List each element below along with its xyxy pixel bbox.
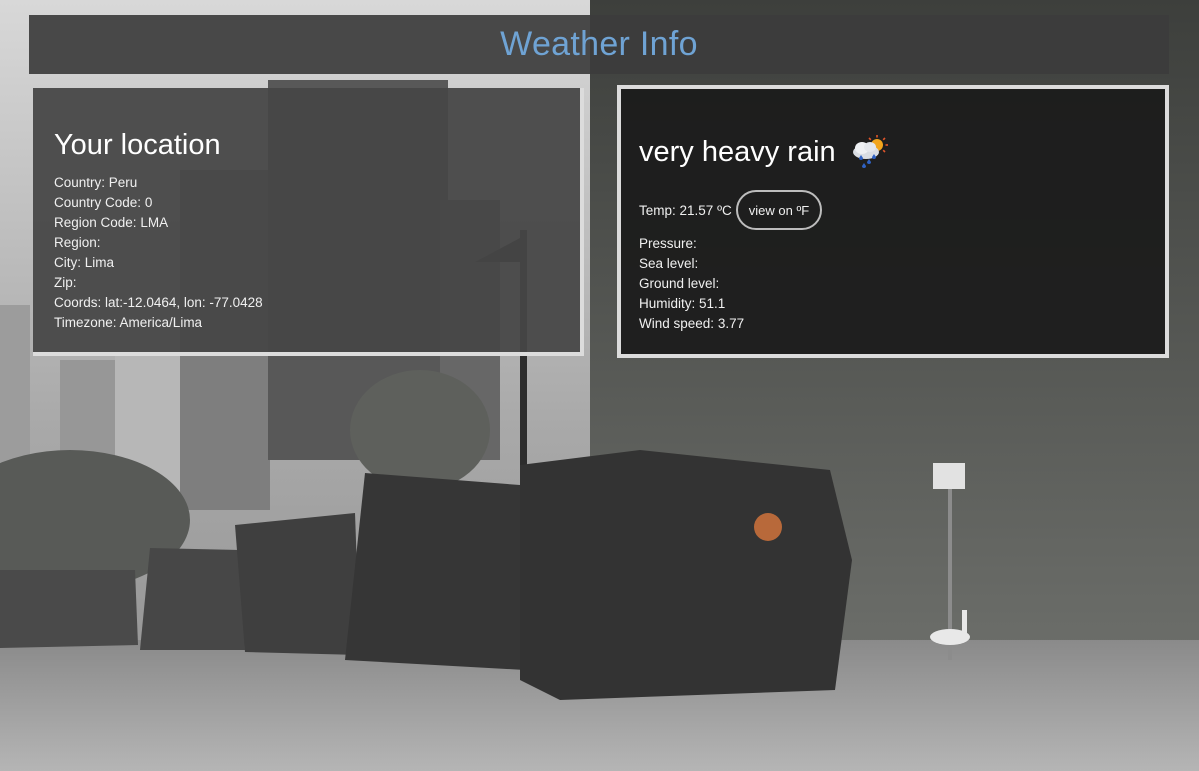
- coords-label: Coords:: [54, 295, 102, 310]
- rain-cloud-sun-icon: [850, 134, 890, 170]
- wind-speed-row: Wind speed: 3.77: [639, 314, 1147, 334]
- region-label: Region:: [54, 235, 101, 250]
- humidity-row: Humidity: 51.1: [639, 294, 1147, 314]
- city-row: City: Lima: [54, 253, 560, 273]
- coords-value: lat:-12.0464, lon: -77.0428: [105, 295, 263, 310]
- region-code-row: Region Code: LMA: [54, 213, 560, 233]
- country-label: Country:: [54, 175, 106, 190]
- zip-row: Zip:: [54, 273, 560, 293]
- region-row: Region:: [54, 233, 560, 253]
- temp-label: Temp:: [639, 202, 676, 218]
- country-row: Country: Peru: [54, 173, 560, 193]
- city-label: City:: [54, 255, 81, 270]
- weather-details: Pressure: Sea level: Ground level: Humid…: [639, 234, 1147, 334]
- fahrenheit-toggle-button[interactable]: view on ºF: [735, 190, 823, 230]
- location-heading: Your location: [54, 129, 221, 161]
- pressure-label: Pressure:: [639, 236, 697, 251]
- coords-row: Coords: lat:-12.0464, lon: -77.0428: [54, 293, 560, 313]
- page-title: Weather Info: [500, 25, 698, 63]
- app-header: Weather Info: [29, 15, 1169, 74]
- pressure-row: Pressure:: [639, 234, 1147, 254]
- weather-title-row: very heavy rain: [639, 134, 1147, 170]
- temp-value: 21.57 ºC: [679, 202, 732, 218]
- humidity-label: Humidity:: [639, 296, 696, 311]
- location-details: Country: Peru Country Code: 0 Region Cod…: [54, 173, 560, 333]
- city-value: Lima: [84, 255, 115, 270]
- country-code-row: Country Code: 0: [54, 193, 560, 213]
- wind-speed-label: Wind speed:: [639, 316, 715, 331]
- region-code-label: Region Code:: [54, 215, 137, 230]
- country-code-value: 0: [144, 195, 153, 210]
- sea-level-row: Sea level:: [639, 254, 1147, 274]
- location-panel: Your location Country: Peru Country Code…: [33, 88, 584, 356]
- region-code-value: LMA: [140, 215, 169, 230]
- ground-level-label: Ground level:: [639, 276, 720, 291]
- temperature-row: Temp: 21.57 ºC view on ºF: [639, 190, 1147, 230]
- ground-level-row: Ground level:: [639, 274, 1147, 294]
- weather-description: very heavy rain: [639, 136, 836, 168]
- timezone-row: Timezone: America/Lima: [54, 313, 560, 333]
- country-value: Peru: [108, 175, 138, 190]
- country-code-label: Country Code:: [54, 195, 142, 210]
- sea-level-label: Sea level:: [639, 256, 699, 271]
- timezone-label: Timezone:: [54, 315, 117, 330]
- timezone-value: America/Lima: [119, 315, 203, 330]
- humidity-value: 51.1: [699, 296, 726, 311]
- wind-speed-value: 3.77: [717, 316, 745, 331]
- zip-label: Zip:: [54, 275, 77, 290]
- weather-panel: very heavy rain Temp: 21.57 ºC view on º…: [617, 85, 1169, 358]
